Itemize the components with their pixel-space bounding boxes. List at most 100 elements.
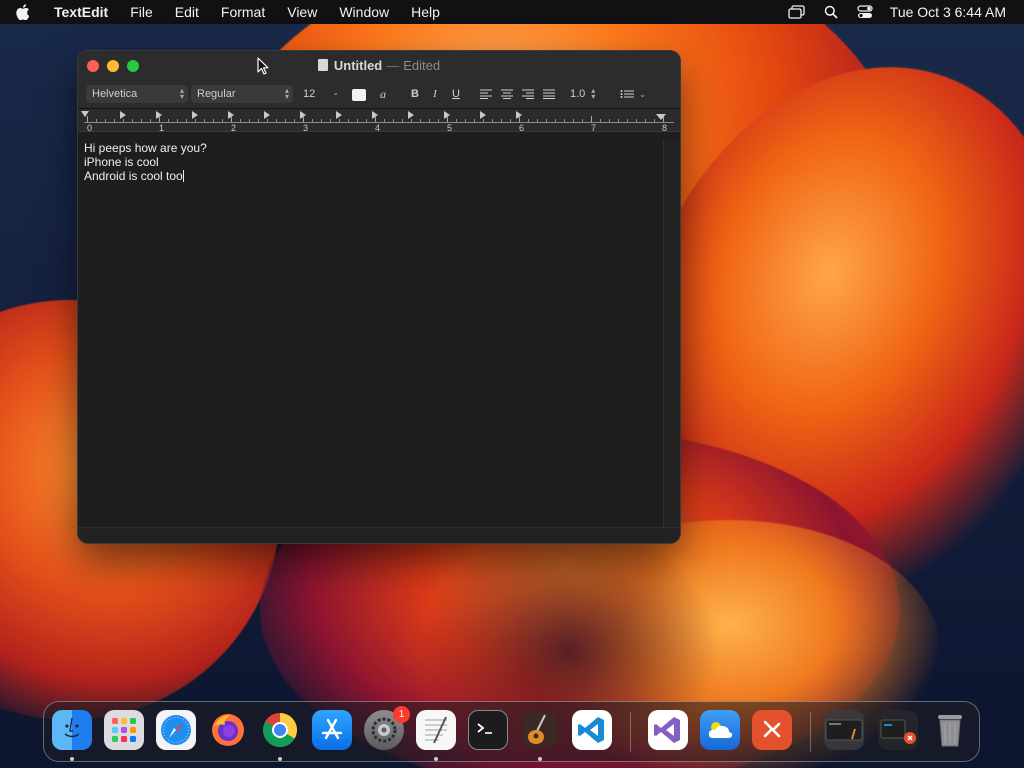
- ruler-tick: [132, 119, 133, 122]
- ruler-tick: [438, 119, 439, 122]
- menubar-clock[interactable]: Tue Oct 3 6:44 AM: [890, 4, 1006, 20]
- control-center-icon[interactable]: [855, 4, 875, 20]
- firefox-icon[interactable]: [208, 710, 248, 750]
- ruler-number: 2: [231, 123, 237, 133]
- document-name[interactable]: Untitled: [334, 58, 382, 73]
- ruler-tick: [663, 116, 664, 122]
- align-right-button[interactable]: [521, 85, 535, 103]
- ruler-tick: [564, 119, 565, 122]
- system-settings-icon[interactable]: 1: [364, 706, 410, 750]
- align-center-button[interactable]: [500, 85, 514, 103]
- ruler-tick: [573, 119, 574, 122]
- terminal-icon[interactable]: [468, 710, 508, 750]
- justify-button[interactable]: [542, 85, 556, 103]
- ruler-tick: [519, 116, 520, 122]
- ruler-tick: [510, 119, 511, 122]
- tab-stop[interactable]: [336, 111, 342, 119]
- textedit-icon[interactable]: [416, 710, 456, 750]
- document-text-area[interactable]: Hi peeps how are you? iPhone is cool And…: [78, 140, 664, 528]
- launchpad-icon[interactable]: [104, 710, 144, 750]
- font-size-value: 12: [303, 88, 316, 100]
- chevron-down-icon: ⌄: [332, 88, 339, 97]
- tab-stop[interactable]: [264, 111, 270, 119]
- tab-stop[interactable]: [408, 111, 414, 119]
- visual-studio-icon[interactable]: [648, 710, 688, 750]
- app-store-icon[interactable]: [312, 710, 352, 750]
- text-color-well[interactable]: [352, 89, 366, 101]
- popup-arrows-icon: ▴ ▾: [284, 86, 289, 101]
- right-margin-marker[interactable]: [656, 114, 666, 120]
- spotlight-search-icon[interactable]: [821, 4, 841, 20]
- ruler-tick: [483, 119, 484, 122]
- line-spacing-value: 1.0: [570, 88, 586, 100]
- safari-icon[interactable]: [156, 710, 196, 750]
- screen-mirroring-icon[interactable]: [787, 4, 807, 20]
- finder-icon[interactable]: [52, 710, 92, 750]
- chrome-icon[interactable]: [260, 710, 300, 750]
- ruler-tick: [267, 119, 268, 122]
- apple-menu-icon[interactable]: [16, 4, 36, 20]
- menu-help[interactable]: Help: [400, 0, 451, 24]
- format-toolbar: Helvetica ▴ ▾ Regular ▴ ▾ 12 ⌄ a B I U 1.0: [78, 81, 680, 109]
- ruler-number: 4: [375, 123, 381, 133]
- ruler-tick: [501, 119, 502, 122]
- ruler-tick: [150, 119, 151, 122]
- ruler-tick: [474, 119, 475, 122]
- ruler-tick: [321, 119, 322, 122]
- menu-edit[interactable]: Edit: [164, 0, 210, 24]
- weather-icon[interactable]: [700, 710, 740, 750]
- downloads-stack-icon[interactable]: [878, 710, 918, 750]
- ruler-tick: [555, 119, 556, 122]
- ruler-tick: [609, 119, 610, 122]
- tab-stop[interactable]: [192, 111, 198, 119]
- ruler-tick: [87, 116, 88, 122]
- font-size-combo[interactable]: 12 ⌄: [299, 85, 343, 103]
- ruler-tick: [114, 119, 115, 122]
- vertical-scrollbar[interactable]: [663, 140, 680, 528]
- menu-bar: TextEdit File Edit Format View Window He…: [0, 0, 1024, 24]
- ruler-tick: [222, 119, 223, 122]
- ruler-tick: [339, 119, 340, 122]
- trash-icon[interactable]: [930, 710, 970, 750]
- menu-file[interactable]: File: [119, 0, 164, 24]
- tab-stop[interactable]: [480, 111, 486, 119]
- align-left-icon: [480, 89, 492, 99]
- list-style-popup[interactable]: ⌄: [618, 85, 648, 103]
- popup-arrows-icon: ▴ ▾: [179, 86, 184, 101]
- ruler-tick: [447, 116, 448, 122]
- remote-desktop-icon[interactable]: [752, 710, 792, 750]
- garageband-icon[interactable]: [520, 710, 560, 750]
- menu-view[interactable]: View: [276, 0, 328, 24]
- horizontal-scrollbar[interactable]: [78, 527, 680, 543]
- align-right-icon: [522, 89, 534, 99]
- minimized-window-thumbnail-icon[interactable]: [824, 710, 864, 750]
- ruler-tick: [411, 119, 412, 122]
- ruler-tick: [96, 119, 97, 122]
- menu-app-textedit[interactable]: TextEdit: [50, 0, 119, 24]
- document-line: iPhone is cool: [84, 155, 159, 169]
- tab-stop[interactable]: [120, 111, 126, 119]
- ruler-tick: [393, 119, 394, 122]
- font-style-popup[interactable]: Regular ▴ ▾: [191, 85, 293, 103]
- highlight-color-button[interactable]: a: [376, 85, 390, 103]
- font-family-popup[interactable]: Helvetica ▴ ▾: [86, 85, 188, 103]
- ruler-tick: [402, 119, 403, 122]
- bold-button[interactable]: B: [409, 85, 421, 103]
- menu-window[interactable]: Window: [328, 0, 400, 24]
- menu-format[interactable]: Format: [210, 0, 276, 24]
- ruler-tick: [159, 116, 160, 122]
- ruler-tick: [537, 119, 538, 122]
- align-left-button[interactable]: [479, 85, 493, 103]
- ruler-tick: [330, 119, 331, 122]
- line-spacing-popup[interactable]: 1.0 ▴ ▾: [570, 85, 604, 103]
- window-titlebar[interactable]: Untitled — Edited: [78, 51, 680, 81]
- ruler-tick: [213, 119, 214, 122]
- vscode-icon[interactable]: [572, 710, 612, 750]
- document-icon[interactable]: [317, 59, 328, 71]
- ruler[interactable]: 0 1 2 3 4 5 6 7 8: [78, 109, 680, 133]
- textedit-window: Untitled — Edited Helvetica ▴ ▾ Regular ▴ ▾ …: [78, 51, 680, 543]
- italic-button[interactable]: I: [430, 85, 440, 103]
- ruler-tick: [645, 119, 646, 122]
- ruler-tick: [240, 119, 241, 122]
- underline-button[interactable]: U: [450, 85, 462, 103]
